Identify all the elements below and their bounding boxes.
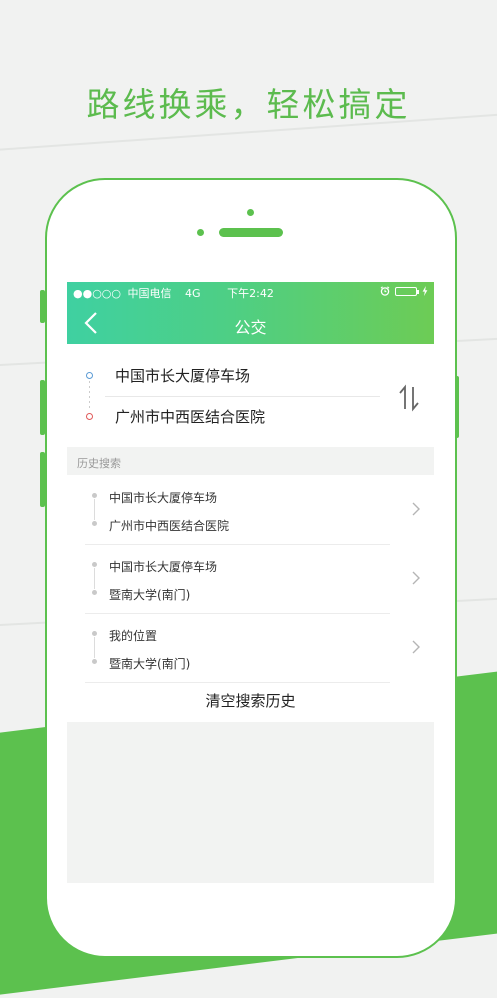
history-connector xyxy=(94,568,95,589)
route-input-panel: 中国市长大厦停车场 广州市中西医结合医院 xyxy=(67,344,434,447)
history-list: 中国市长大厦停车场 广州市中西医结合医院 中国市长大厦停车场 暨南大学(南门) … xyxy=(67,475,434,722)
start-point-icon xyxy=(86,372,93,379)
history-label: 历史搜索 xyxy=(77,457,121,470)
clear-history-button[interactable]: 清空搜索历史 xyxy=(67,683,434,719)
chevron-right-icon xyxy=(412,502,420,516)
history-connector xyxy=(94,637,95,658)
app-header: ●●○○○ 中国电信 4G 下午2:42 公交 xyxy=(67,282,434,344)
chevron-right-icon xyxy=(412,571,420,585)
swap-route-button[interactable] xyxy=(397,384,421,412)
history-end-dot xyxy=(92,590,97,595)
end-location-field[interactable]: 广州市中西医结合医院 xyxy=(115,406,265,427)
phone-sensor xyxy=(197,229,204,236)
history-item-from: 中国市长大厦停车场 xyxy=(109,491,218,505)
status-right xyxy=(380,286,428,296)
route-divider xyxy=(105,396,380,397)
swap-vertical-icon xyxy=(399,384,419,412)
history-item-to: 暨南大学(南门) xyxy=(109,657,191,671)
history-end-dot xyxy=(92,521,97,526)
history-connector xyxy=(94,499,95,520)
history-start-dot xyxy=(92,493,97,498)
start-location-field[interactable]: 中国市长大厦停车场 xyxy=(115,365,250,386)
status-bar: ●●○○○ 中国电信 4G 下午2:42 xyxy=(67,282,434,302)
history-start-dot xyxy=(92,562,97,567)
charging-icon xyxy=(422,286,428,296)
history-item-to: 暨南大学(南门) xyxy=(109,588,191,602)
alarm-icon xyxy=(380,286,390,296)
status-time: 下午2:42 xyxy=(227,287,274,300)
phone-speaker xyxy=(219,228,283,237)
battery-icon xyxy=(395,286,419,296)
history-item[interactable]: 我的位置 暨南大学(南门) xyxy=(67,613,434,682)
history-end-dot xyxy=(92,659,97,664)
history-item-to: 广州市中西医结合医院 xyxy=(109,519,230,533)
history-section-header: 历史搜索 xyxy=(67,447,434,475)
app-screen: ●●○○○ 中国电信 4G 下午2:42 公交 中国市长大厦停车场 广州市中西医… xyxy=(67,282,434,883)
history-item[interactable]: 中国市长大厦停车场 暨南大学(南门) xyxy=(67,544,434,613)
chevron-right-icon xyxy=(412,640,420,654)
route-connector xyxy=(89,381,90,409)
headline: 路线换乘，轻松搞定 xyxy=(86,85,411,124)
history-item[interactable]: 中国市长大厦停车场 广州市中西医结合医院 xyxy=(67,475,434,544)
history-item-from: 中国市长大厦停车场 xyxy=(109,560,218,574)
history-item-from: 我的位置 xyxy=(109,629,158,643)
end-point-icon xyxy=(86,413,93,420)
page-title: 公交 xyxy=(234,318,267,337)
phone-camera xyxy=(247,209,254,216)
history-start-dot xyxy=(92,631,97,636)
